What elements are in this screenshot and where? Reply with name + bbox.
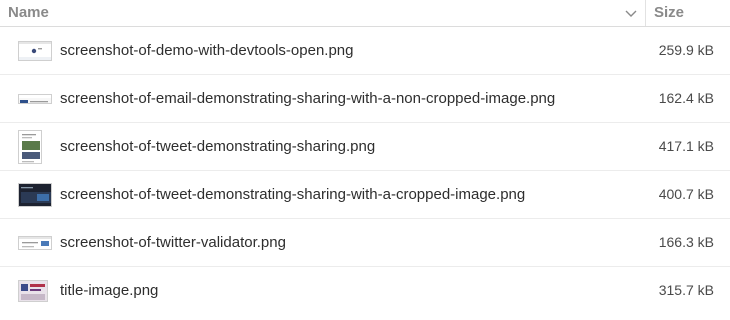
file-size: 162.4 kB	[658, 90, 714, 106]
file-size: 315.7 kB	[658, 282, 714, 298]
file-thumbnail-icon	[18, 40, 52, 61]
file-thumbnail-icon	[18, 182, 52, 207]
file-thumbnail-icon	[18, 129, 42, 164]
file-name: screenshot-of-tweet-demonstrating-sharin…	[60, 138, 376, 155]
file-size: 400.7 kB	[658, 186, 714, 202]
file-size: 417.1 kB	[658, 138, 714, 154]
name-column-header[interactable]: Name	[0, 0, 646, 26]
file-name: screenshot-of-demo-with-devtools-open.pn…	[60, 42, 354, 59]
file-row[interactable]: screenshot-of-demo-with-devtools-open.pn…	[0, 27, 730, 75]
file-size: 166.3 kB	[658, 234, 714, 250]
column-header-bar: Name Size	[0, 0, 730, 27]
file-name: screenshot-of-twitter-validator.png	[60, 234, 286, 251]
name-column-label: Name	[8, 4, 49, 21]
size-column-label: Size	[654, 4, 685, 21]
file-row[interactable]: screenshot-of-tweet-demonstrating-sharin…	[0, 171, 730, 219]
file-name: screenshot-of-tweet-demonstrating-sharin…	[60, 186, 526, 203]
file-rows: screenshot-of-demo-with-devtools-open.pn…	[0, 27, 730, 315]
size-column-header[interactable]: Size	[646, 0, 730, 26]
file-row[interactable]: screenshot-of-tweet-demonstrating-sharin…	[0, 123, 730, 171]
file-row[interactable]: screenshot-of-email-demonstrating-sharin…	[0, 75, 730, 123]
file-row[interactable]: screenshot-of-twitter-validator.png 166.…	[0, 219, 730, 267]
file-thumbnail-icon	[18, 93, 52, 104]
file-thumbnail-icon	[18, 280, 48, 302]
file-name: title-image.png	[60, 282, 159, 299]
file-thumbnail-icon	[18, 235, 52, 250]
file-row[interactable]: title-image.png 315.7 kB	[0, 267, 730, 315]
chevron-down-icon[interactable]	[624, 6, 638, 20]
file-size: 259.9 kB	[658, 42, 714, 58]
file-list-view: Name Size screenshot-of-demo-with-devtoo…	[0, 0, 730, 320]
file-name: screenshot-of-email-demonstrating-sharin…	[60, 90, 556, 107]
